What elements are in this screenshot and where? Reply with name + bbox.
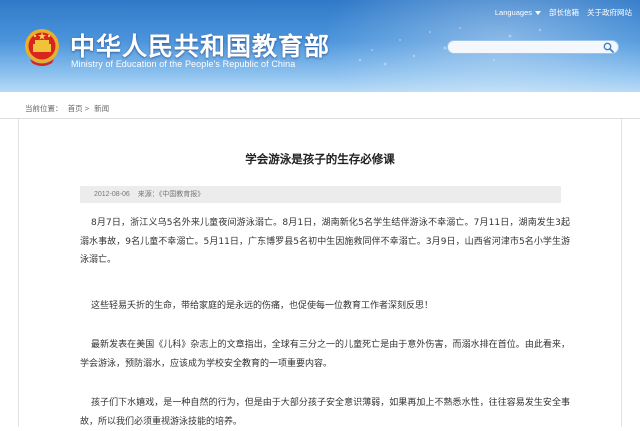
languages-dropdown[interactable]: Languages	[495, 8, 541, 17]
search-input[interactable]	[448, 48, 598, 61]
dropdown-triangle-icon	[535, 10, 541, 15]
article-source: 来源：《中国教育报》	[137, 191, 205, 198]
article-meta: 2012-08-06 来源：《中国教育报》	[80, 186, 561, 203]
breadcrumb-home-link[interactable]: 首页	[68, 104, 83, 113]
search-box	[447, 40, 619, 61]
article-title: 学会游泳是孩子的生存必修课	[245, 152, 395, 166]
article-paragraph: 8月7日，浙江义乌5名外来儿童夜间游泳溺亡。8月1日，湖南新化5名学生结伴游泳不…	[80, 218, 570, 265]
article-paragraph: 这些轻易夭折的生命，带给家庭的是永远的伤痛，也促使每一位教育工作者深刻反思！	[91, 301, 434, 311]
national-emblem-icon[interactable]	[22, 26, 62, 68]
contact-link[interactable]: 关于政府网站	[587, 7, 632, 18]
breadcrumb: 当前位置： 首页 > 新闻	[0, 99, 640, 119]
breadcrumb-current-label: 当前位置：	[25, 104, 63, 113]
site-subtitle: Ministry of Education of the People's Re…	[71, 59, 296, 69]
languages-label: Languages	[494, 8, 532, 17]
search-icon[interactable]	[603, 42, 614, 53]
article-date: 2012-08-06	[94, 191, 130, 198]
leader-mailbox-link[interactable]: 部长信箱	[549, 7, 579, 18]
breadcrumb-separator: >	[84, 104, 90, 113]
article-paragraph: 最新发表在美国《儿科》杂志上的文章指出，全球有三分之一的儿童死亡是由于意外伤害，…	[80, 340, 570, 369]
article-paragraph: 孩子们下水嬉戏，是一种自然的行为，但是由于大部分孩子安全意识薄弱，如果再加上不熟…	[80, 398, 570, 427]
breadcrumb-section-link[interactable]: 新闻	[94, 104, 109, 113]
top-links: Languages 部长信箱 关于政府网站	[495, 7, 632, 18]
site-header: 中华人民共和国教育部 Ministry of Education of the …	[0, 0, 640, 92]
site-title[interactable]: 中华人民共和国教育部	[70, 27, 330, 63]
